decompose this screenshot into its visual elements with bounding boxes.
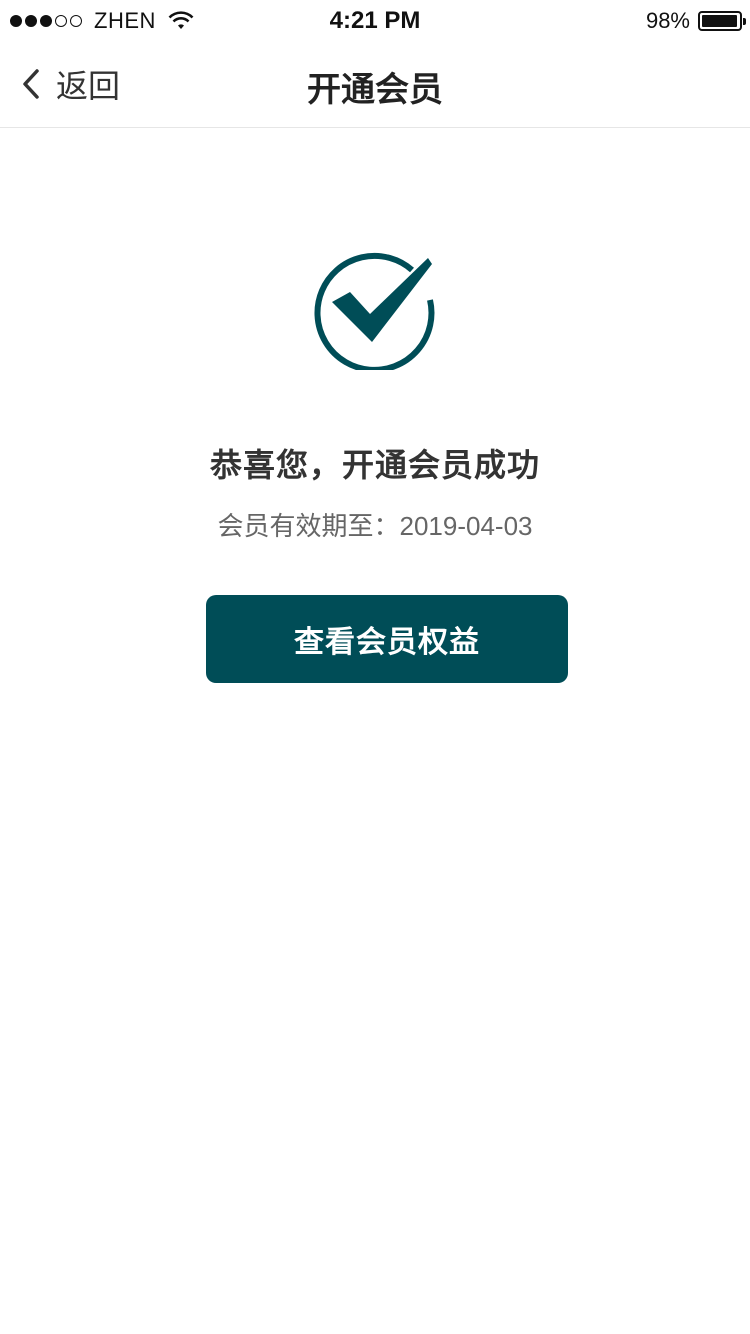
page-title: 开通会员 bbox=[307, 71, 443, 109]
check-circle-icon bbox=[314, 252, 435, 370]
status-time: 4:21 PM bbox=[329, 7, 421, 34]
view-benefits-button[interactable]: 查看会员权益 bbox=[206, 595, 568, 683]
status-right: 98% bbox=[645, 8, 746, 34]
expiry-date-text: 会员有效期至：2019-04-03 bbox=[217, 511, 533, 541]
battery-icon bbox=[698, 11, 746, 31]
battery-percent: 98% bbox=[645, 8, 690, 33]
battery-tip bbox=[743, 18, 746, 25]
success-title: 恭喜您，开通会员成功 bbox=[209, 447, 540, 483]
battery-fill bbox=[702, 15, 738, 27]
nav-bar: 返回 开通会员 bbox=[0, 40, 750, 128]
status-bar: ZHEN 4:21 PM 98% bbox=[0, 0, 750, 40]
